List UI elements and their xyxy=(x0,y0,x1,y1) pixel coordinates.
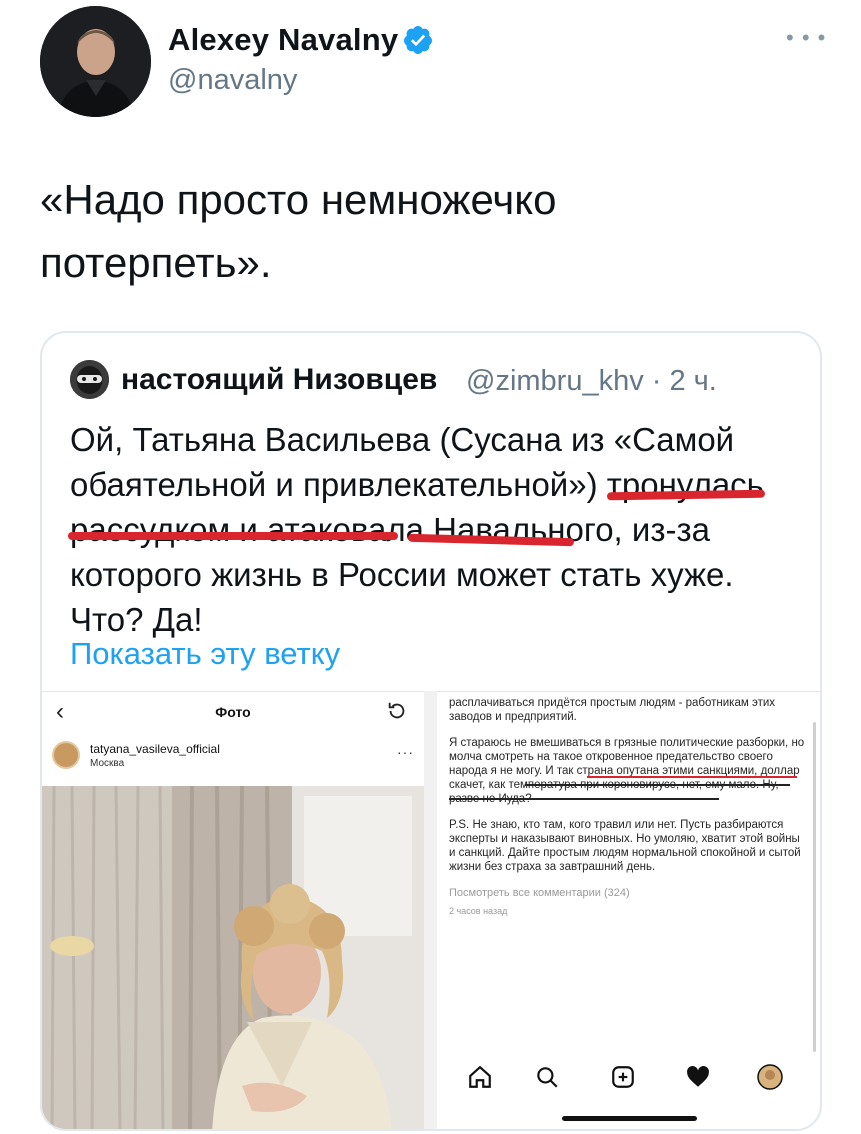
refresh-icon[interactable] xyxy=(386,700,408,722)
quote-author-handle[interactable]: @zimbru_khv · 2 ч. xyxy=(466,365,717,398)
scrollbar[interactable] xyxy=(813,722,816,1052)
quote-text: Ой, Татьяна Васильева (Сусана из «Самой … xyxy=(70,421,764,638)
highlight-underline xyxy=(587,776,797,778)
author-avatar[interactable] xyxy=(40,6,151,117)
caption-paragraph: P.S. Не знаю, кто там, кого травил или н… xyxy=(449,819,801,873)
instagram-photo-screenshot[interactable]: ‹ Фото tatyana_vasileva_official Москва … xyxy=(42,691,424,1129)
ig-location[interactable]: Москва xyxy=(90,758,124,769)
heart-icon[interactable] xyxy=(685,1064,711,1090)
author-name[interactable]: Alexey Navalny xyxy=(168,22,398,58)
strikethrough-line xyxy=(525,784,790,786)
show-thread-link[interactable]: Показать эту ветку xyxy=(70,636,340,672)
instagram-comments-screenshot[interactable]: расплачиваться придётся простым людям - … xyxy=(437,691,820,1129)
profile-avatar-icon[interactable] xyxy=(757,1064,783,1090)
home-icon[interactable] xyxy=(467,1064,493,1090)
highlight-underline xyxy=(68,532,398,540)
masked-face-icon xyxy=(70,360,109,399)
quoted-tweet[interactable]: настоящий Низовцев @zimbru_khv · 2 ч. Ой… xyxy=(40,331,822,1131)
strikethrough-line xyxy=(449,798,719,800)
avatar-photo xyxy=(40,6,151,117)
ig-bottom-nav xyxy=(437,1056,820,1096)
tweet-text: «Надо просто немножечко потерпеть». xyxy=(40,176,557,286)
view-all-comments-link[interactable]: Посмотреть все комментарии (324) xyxy=(449,886,809,900)
search-icon[interactable] xyxy=(534,1064,560,1090)
author-handle[interactable]: @navalny xyxy=(168,64,297,97)
caption-paragraph: расплачиваться придётся простым людям - … xyxy=(449,697,776,723)
ig-post-caption: расплачиваться придётся простым людям - … xyxy=(449,696,809,918)
more-options-icon[interactable]: ··· xyxy=(397,744,414,760)
verified-badge-icon xyxy=(403,26,432,54)
quote-author-avatar[interactable] xyxy=(70,360,109,399)
ig-username[interactable]: tatyana_vasileva_official xyxy=(90,742,220,756)
more-horizontal-icon[interactable]: • • • xyxy=(786,27,826,49)
quote-author-name[interactable]: настоящий Низовцев xyxy=(121,363,437,397)
portrait-photo xyxy=(42,786,424,1129)
add-post-icon[interactable] xyxy=(610,1064,636,1090)
home-indicator xyxy=(562,1116,697,1121)
ig-page-title: Фото xyxy=(215,704,251,720)
ig-user-avatar[interactable] xyxy=(52,741,80,769)
post-timestamp: 2 часов назад xyxy=(449,906,508,916)
screenshot-divider xyxy=(424,691,437,1129)
caption-paragraph: Я стараюсь не вмешиваться в грязные поли… xyxy=(449,737,805,805)
